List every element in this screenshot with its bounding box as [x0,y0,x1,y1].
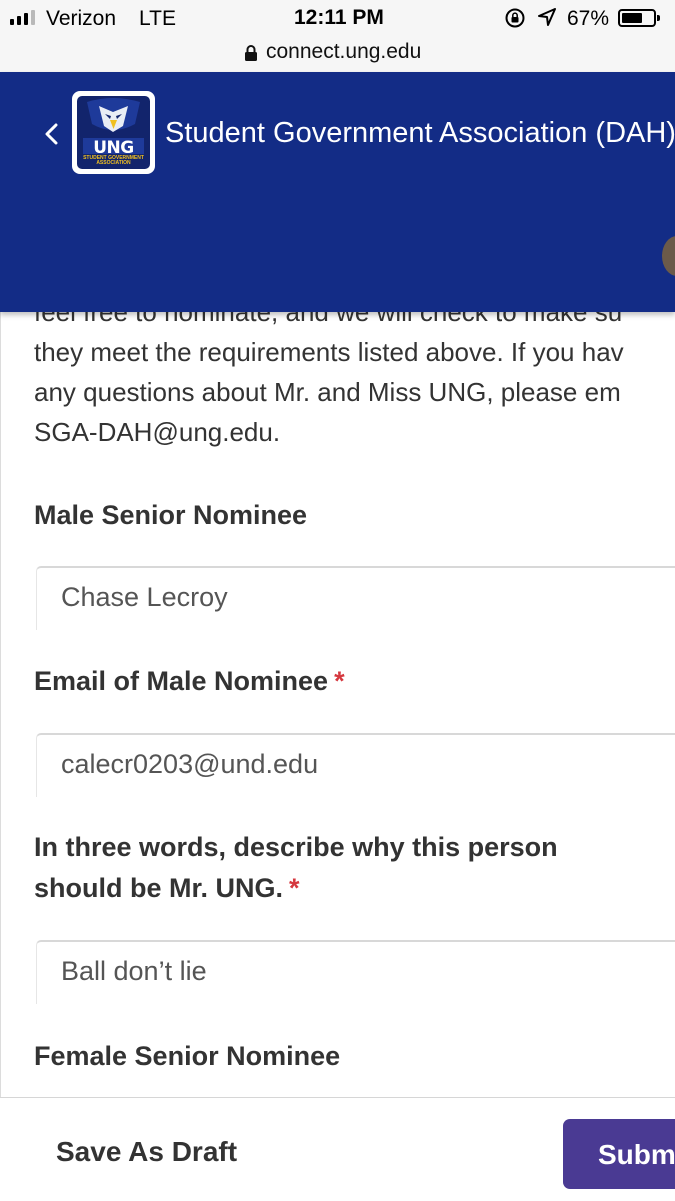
form-actions-bar: Save As Draft Submit [0,1097,675,1201]
status-bar: Verizon LTE 12:11 PM 67% [0,0,675,36]
male-email-label: Email of Male Nominee * [34,661,345,702]
signal-icon [10,10,35,25]
required-marker: * [334,666,345,696]
carrier-name: Verizon [46,7,117,30]
field-label-text: Female Senior Nominee [34,1041,341,1071]
ung-logo[interactable]: UNG STUDENT GOVERNMENT ASSOCIATION [72,91,155,174]
male-email-value[interactable]: calecr0203@und.edu [61,749,318,780]
three-words-value[interactable]: Ball don’t lie [61,956,207,987]
rotation-lock-icon [504,7,526,35]
female-nominee-label: Female Senior Nominee [34,1036,340,1077]
url-text[interactable]: connect.ung.edu [266,40,421,64]
male-email-input[interactable]: calecr0203@und.edu [36,733,675,797]
lock-icon [244,44,258,68]
field-label-text: Male Senior Nominee [34,500,308,530]
back-chevron-icon[interactable] [42,122,62,146]
logo-subtext: STUDENT GOVERNMENT ASSOCIATION [83,155,144,166]
battery-percentage: 67% [567,7,610,30]
description-line: they meet the requirements listed above.… [34,337,624,367]
organization-title: Student Government Association (DAH) [165,117,675,149]
field-label-line: should be Mr. UNG. [34,873,284,903]
male-nominee-label: Male Senior Nominee [34,495,307,536]
field-label-text: Email of Male Nominee [34,666,329,696]
battery-icon [618,9,660,27]
three-words-input[interactable]: Ball don’t lie [36,940,675,1004]
field-label-line: In three words, describe why this person [34,832,558,862]
male-nominee-value[interactable]: Chase Lecroy [61,582,228,613]
submit-button[interactable]: Submit [563,1119,675,1189]
url-bar[interactable]: connect.ung.edu [0,36,675,72]
form-content: feel free to nominate, and we will check… [0,312,675,1097]
male-nominee-input[interactable]: Chase Lecroy [36,566,675,630]
description-line: feel free to nominate, and we will check… [34,312,623,327]
three-words-label: In three words, describe why this person… [34,827,558,909]
status-time: 12:11 PM [294,6,384,29]
save-draft-button[interactable]: Save As Draft [56,1136,237,1168]
app-header: UNG STUDENT GOVERNMENT ASSOCIATION Stude… [0,72,675,312]
location-icon [538,8,556,32]
form-description: feel free to nominate, and we will check… [34,312,675,452]
required-marker: * [289,873,300,903]
network-type: LTE [139,7,176,30]
description-line: SGA-DAH@ung.edu. [34,417,281,447]
description-line: any questions about Mr. and Miss UNG, pl… [34,377,621,407]
